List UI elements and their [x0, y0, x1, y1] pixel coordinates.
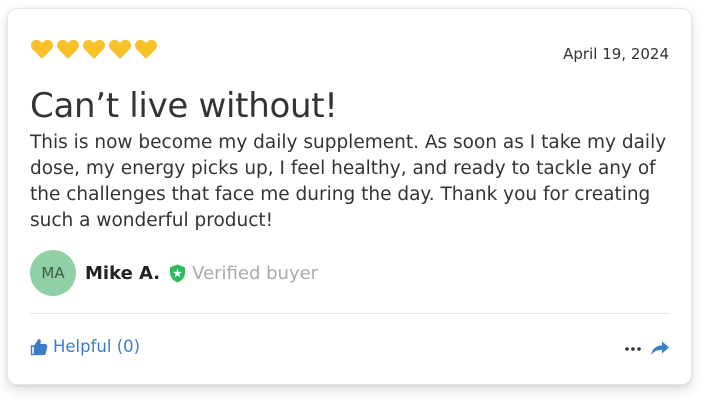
- review-author: MA Mike A. Verified buyer: [30, 249, 318, 297]
- review-date: April 19, 2024: [563, 45, 669, 63]
- more-options-icon[interactable]: [624, 339, 642, 357]
- thumbs-up-icon: [30, 338, 48, 355]
- helpful-label: Helpful (0): [53, 337, 141, 356]
- heart-icon: [109, 39, 131, 59]
- review-actions: [624, 339, 670, 357]
- review-title: Can’t live without!: [30, 86, 338, 126]
- heart-icon: [83, 39, 105, 59]
- verified-buyer-label: Verified buyer: [192, 262, 319, 284]
- avatar: MA: [30, 250, 76, 296]
- heart-icon: [57, 39, 79, 59]
- divider: [30, 313, 669, 314]
- author-name: Mike A.: [85, 262, 161, 284]
- share-arrow-icon[interactable]: [650, 339, 670, 357]
- helpful-button[interactable]: Helpful (0): [30, 337, 140, 356]
- star-rating: [30, 38, 158, 60]
- review-body: This is now become my daily supplement. …: [30, 132, 667, 231]
- review-card: April 19, 2024 Can’t live without! This …: [7, 8, 692, 385]
- heart-icon: [31, 39, 53, 59]
- heart-icon: [135, 39, 157, 59]
- verified-shield-icon: [170, 264, 186, 282]
